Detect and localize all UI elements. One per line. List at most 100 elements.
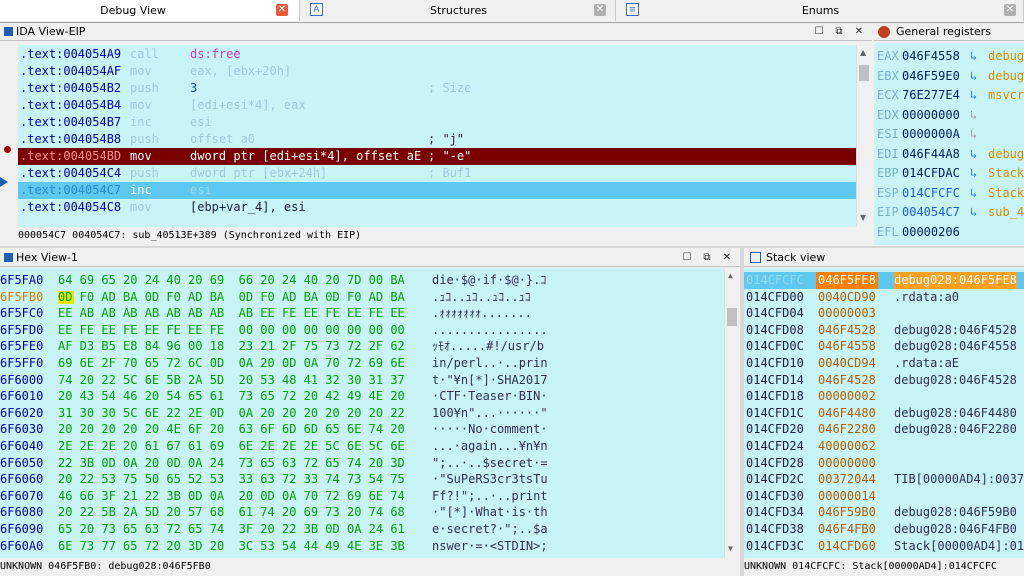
stack-comment[interactable]: debug028:046F4480 <box>894 405 1017 422</box>
ida-vertical-scrollbar[interactable]: ▲ ▼ <box>856 45 871 227</box>
stack-comment[interactable]: debug028:046F4558 <box>894 338 1017 355</box>
jump-arrow-icon[interactable]: ↳ <box>970 145 977 164</box>
register-value[interactable]: 046F59E0 <box>902 67 960 86</box>
hex-bytes[interactable]: AF D3 B5 E8 84 96 00 18 23 21 2F 75 73 7… <box>58 338 405 355</box>
register-value[interactable]: 014CFCFC <box>902 184 960 203</box>
restore-icon[interactable]: ⧉ <box>832 23 846 41</box>
register-row-ecx[interactable]: ECX 76E277E4 ↳ msvcr <box>874 86 1024 105</box>
stack-row[interactable]: 014CFD2C 00372044 TIB[00000AD4]:00372044 <box>744 471 1024 488</box>
stack-comment[interactable]: debug028:046F4FB0 <box>894 521 1017 538</box>
stack-comment[interactable]: .rdata:a0 <box>894 289 959 306</box>
hex-bytes[interactable]: 31 30 30 5C 6E 22 2E 0D 0A 20 20 20 20 2… <box>58 405 405 422</box>
disasm-line-breakpoint[interactable]: .text:004054BD mov dword ptr [edi+esi*4]… <box>18 148 856 165</box>
stack-comment[interactable]: .rdata:aE <box>894 355 959 372</box>
hex-row[interactable]: 6F5FE0 AF D3 B5 E8 84 96 00 18 23 21 2F 7… <box>0 338 724 355</box>
ida-gutter[interactable] <box>0 43 18 227</box>
stack-row[interactable]: 014CFD10 0040CD94 .rdata:aE <box>744 355 1024 372</box>
disasm-line[interactable]: .text:004054A9 call ds:free <box>18 46 856 63</box>
hex-bytes[interactable]: 2E 2E 2E 20 61 67 61 69 6E 2E 2E 2E 5C 6… <box>58 438 405 455</box>
register-row-eax[interactable]: EAX 046F4558 ↳ debug <box>874 47 1024 66</box>
stack-row[interactable]: 014CFD18 00000002 <box>744 388 1024 405</box>
register-value[interactable]: 046F4558 <box>902 47 960 66</box>
hex-row[interactable]: 6F60A0 6E 73 77 65 72 20 3D 20 3C 53 54 4… <box>0 538 724 555</box>
stack-comment[interactable]: Stack[00000AD4]:014CFD60 <box>894 538 1024 555</box>
stack-row-current[interactable]: 014CFCFC 046F5FE8 debug028:046F5FE8 <box>744 272 1024 289</box>
hex-bytes[interactable]: 74 20 22 5C 6E 5B 2A 5D 20 53 48 41 32 3… <box>58 372 405 389</box>
register-row-esp[interactable]: ESP 014CFCFC ↳ Stack <box>874 184 1024 203</box>
jump-arrow-icon[interactable]: ↳ <box>970 125 977 144</box>
hex-bytes[interactable]: 20 43 54 46 20 54 65 61 73 65 72 20 42 4… <box>58 388 405 405</box>
stack-value[interactable]: 046F4FB0 <box>818 521 876 538</box>
stack-row[interactable]: 014CFD1C 046F4480 debug028:046F4480 <box>744 405 1024 422</box>
disasm-line[interactable]: .text:004054B4 mov [edi+esi*4], eax <box>18 97 856 114</box>
disassembly-listing[interactable]: .text:004054A9 call ds:free .text:004054… <box>18 45 856 227</box>
stack-value[interactable]: 046F4558 <box>818 338 876 355</box>
stack-value[interactable]: 046F5FE8 <box>816 272 878 289</box>
stack-comment[interactable]: TIB[00000AD4]:00372044 <box>894 471 1024 488</box>
hex-ascii[interactable]: ";..·..$secret·= <box>432 455 548 472</box>
close-icon[interactable]: ✕ <box>594 4 606 16</box>
stack-value[interactable]: 0040CD94 <box>818 355 876 372</box>
maximize-icon[interactable]: ☐ <box>680 249 694 267</box>
stack-value[interactable]: 046F4480 <box>818 405 876 422</box>
hex-ascii[interactable]: Ff?!";..·..print <box>432 488 548 505</box>
hex-row[interactable]: 6F6050 22 3B 0D 0A 20 0D 0A 24 73 65 63 7… <box>0 455 724 472</box>
hex-row[interactable]: 6F5FD0 EE FE EE FE EE FE EE FE 00 00 00 0… <box>0 322 724 339</box>
jump-arrow-icon[interactable]: ↳ <box>970 203 977 222</box>
scroll-down-icon[interactable]: ▼ <box>860 213 866 222</box>
jump-arrow-icon[interactable]: ↳ <box>970 184 977 203</box>
hex-row[interactable]: 6F6080 20 22 5B 2A 5D 20 57 68 61 74 20 6… <box>0 504 724 521</box>
stack-row[interactable]: 014CFD00 0040CD90 .rdata:a0 <box>744 289 1024 306</box>
stack-row[interactable]: 014CFD28 00000000 <box>744 455 1024 472</box>
stack-row[interactable]: 014CFD08 046F4528 debug028:046F4528 <box>744 322 1024 339</box>
tab-enums[interactable]: ≡ Enums ✕ <box>618 0 1024 21</box>
register-row-ebx[interactable]: EBX 046F59E0 ↳ debug <box>874 67 1024 86</box>
tab-structures[interactable]: A Structures ✕ <box>302 0 616 21</box>
stack-row[interactable]: 014CFD20 046F2280 debug028:046F2280 <box>744 421 1024 438</box>
hex-ascii[interactable]: ·····No·comment· <box>432 421 548 438</box>
stack-value[interactable]: 00000003 <box>818 305 876 322</box>
register-value[interactable]: 004054C7 <box>902 203 960 222</box>
hex-bytes[interactable]: 0D F0 AD BA 0D F0 AD BA 0D F0 AD BA 0D F… <box>58 289 405 306</box>
stack-value[interactable]: 00000014 <box>818 488 876 505</box>
hex-ascii[interactable]: ｯﾓｵ.....#!/usr/b <box>432 338 544 355</box>
hex-ascii[interactable]: .ｭｺ..ｭｺ..ｭｺ..ｭｺ <box>432 289 531 306</box>
jump-arrow-icon[interactable]: ↳ <box>970 47 977 66</box>
stack-comment[interactable]: debug028:046F5FE8 <box>894 272 1017 289</box>
hex-ascii[interactable]: in/perl..·..prin <box>432 355 548 372</box>
stack-value[interactable]: 014CFD60 <box>818 538 876 555</box>
disasm-line[interactable]: .text:004054B2 push 3 ; Size <box>18 80 856 97</box>
stack-value[interactable]: 00000000 <box>818 455 876 472</box>
hex-vertical-scrollbar[interactable]: ▲ ▼ <box>724 268 739 558</box>
stack-value[interactable]: 046F59B0 <box>818 504 876 521</box>
hex-row[interactable]: 6F6070 46 66 3F 21 22 3B 0D 0A 20 0D 0A 7… <box>0 488 724 505</box>
disasm-line[interactable]: .text:004054B7 inc esi <box>18 114 856 131</box>
stack-row[interactable]: 014CFD0C 046F4558 debug028:046F4558 <box>744 338 1024 355</box>
stack-row[interactable]: 014CFD30 00000014 <box>744 488 1024 505</box>
register-value[interactable]: 014CFDAC <box>902 164 960 183</box>
hex-row[interactable]: 6F5FF0 69 6E 2F 70 65 72 6C 0D 0A 20 0D 0… <box>0 355 724 372</box>
register-row-edx[interactable]: EDX 00000000 ↳ <box>874 106 1024 125</box>
scrollbar-thumb[interactable] <box>727 308 737 326</box>
register-value[interactable]: 00000000 <box>902 106 960 125</box>
hex-bytes[interactable]: 20 20 20 20 20 4E 6F 20 63 6F 6D 6D 65 6… <box>58 421 405 438</box>
register-row-ebp[interactable]: EBP 014CFDAC ↳ Stack <box>874 164 1024 183</box>
jump-arrow-icon[interactable]: ↳ <box>970 86 977 105</box>
close-icon[interactable]: ✕ <box>852 23 866 41</box>
register-value[interactable]: 0000000A <box>902 125 960 144</box>
disasm-line[interactable]: .text:004054C8 mov [ebp+var_4], esi <box>18 199 856 216</box>
restore-icon[interactable]: ⧉ <box>700 249 714 267</box>
stack-comment[interactable]: debug028:046F59B0 <box>894 504 1017 521</box>
horizontal-splitter[interactable] <box>0 246 1024 248</box>
stack-comment[interactable]: debug028:046F4528 <box>894 372 1017 389</box>
hex-bytes[interactable]: 69 6E 2F 70 65 72 6C 0D 0A 20 0D 0A 70 7… <box>58 355 405 372</box>
stack-value[interactable]: 00372044 <box>818 471 876 488</box>
hex-dump[interactable]: 6F5FA0 64 69 65 20 24 40 20 69 66 20 24 4… <box>0 268 724 558</box>
hex-ascii[interactable]: ...·again...¥n¥n <box>432 438 548 455</box>
register-row-eip[interactable]: EIP 004054C7 ↳ sub_4 <box>874 203 1024 222</box>
scrollbar-thumb[interactable] <box>859 65 869 81</box>
tab-debug-view[interactable]: Debug View ✕ <box>0 0 300 21</box>
register-row-efl[interactable]: EFL 00000206 <box>874 223 1024 242</box>
disasm-line[interactable]: .text:004054C4 push dword ptr [ebx+24h] … <box>18 165 856 182</box>
stack-row[interactable]: 014CFD38 046F4FB0 debug028:046F4FB0 <box>744 521 1024 538</box>
